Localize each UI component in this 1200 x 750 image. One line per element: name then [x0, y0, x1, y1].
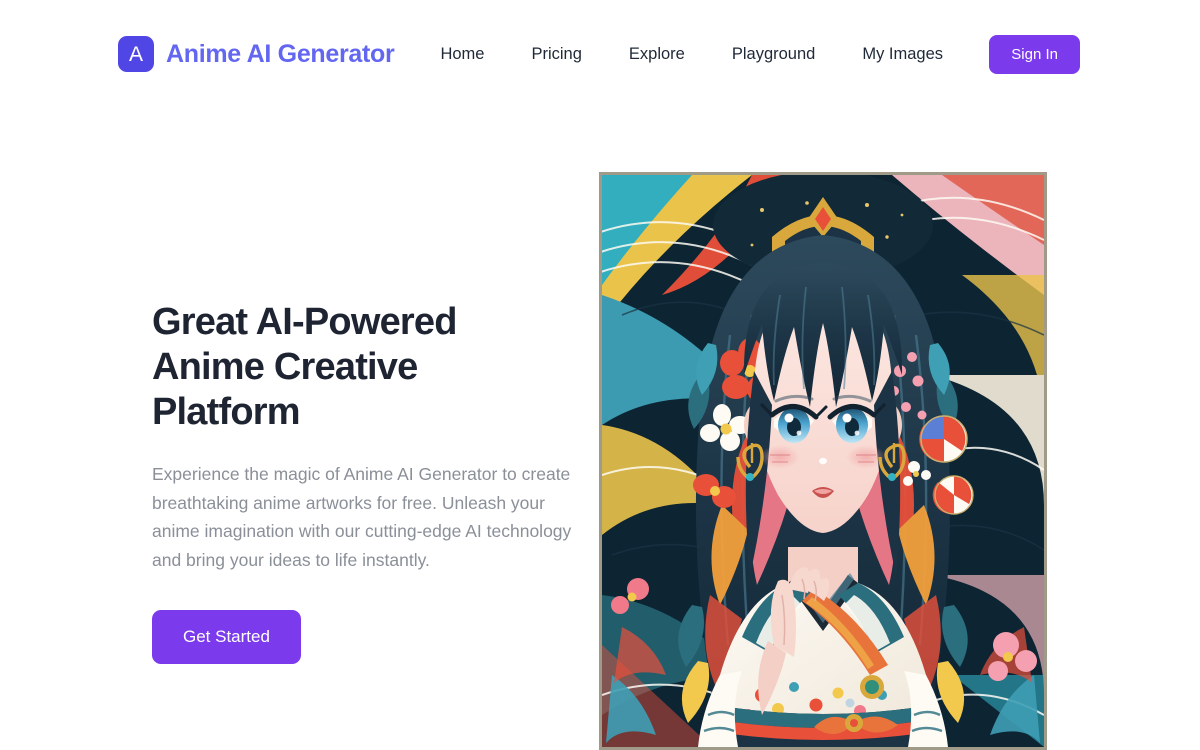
nav-item-pricing[interactable]: Pricing [531, 39, 581, 70]
brand-logo[interactable]: A Anime AI Generator [118, 36, 395, 72]
hero-text-block: Great AI-Powered Anime Creative Platform… [152, 300, 592, 664]
nav-item-explore[interactable]: Explore [629, 39, 685, 70]
brand-name: Anime AI Generator [166, 39, 395, 68]
sign-in-button[interactable]: Sign In [989, 34, 1080, 74]
anime-girl-kimono-illustration [602, 175, 1044, 747]
letter-a-badge-icon: A [118, 36, 154, 72]
get-started-button[interactable]: Get Started [152, 609, 301, 664]
landing-page: A Anime AI Generator Home Pricing Explor… [0, 0, 1200, 750]
site-header: A Anime AI Generator Home Pricing Explor… [0, 0, 1200, 108]
logo-letter: A [128, 42, 143, 66]
page-title: Great AI-Powered Anime Creative Platform [152, 301, 457, 433]
nav-item-home[interactable]: Home [440, 39, 484, 70]
nav-item-playground[interactable]: Playground [732, 39, 815, 70]
hero-description: Experience the magic of Anime AI Generat… [152, 464, 572, 570]
main-nav: Home Pricing Explore Playground My Image… [440, 39, 943, 70]
nav-item-my-images[interactable]: My Images [862, 39, 943, 70]
hero-image [599, 172, 1047, 750]
